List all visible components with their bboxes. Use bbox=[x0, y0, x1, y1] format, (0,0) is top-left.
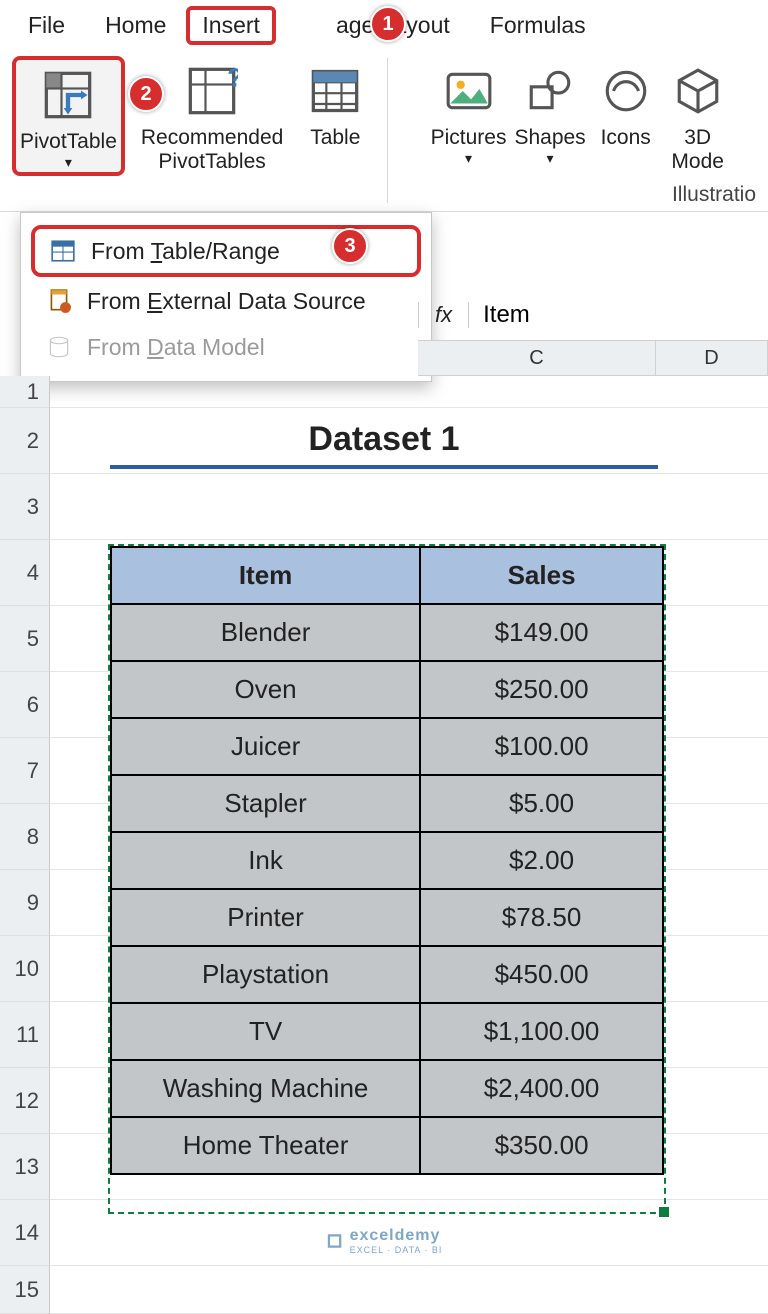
cell-sales[interactable]: $2.00 bbox=[420, 832, 663, 889]
row-header[interactable]: 7 bbox=[0, 738, 50, 804]
ribbon: PivotTable ▾ ? Recommended PivotTables T… bbox=[0, 48, 768, 212]
svg-text:?: ? bbox=[227, 65, 238, 93]
cell-item[interactable]: Stapler bbox=[111, 775, 420, 832]
col-item[interactable]: Item bbox=[111, 547, 420, 604]
cell-sales[interactable]: $5.00 bbox=[420, 775, 663, 832]
table-row[interactable]: Playstation$450.00 bbox=[111, 946, 663, 1003]
cell-item[interactable]: Washing Machine bbox=[111, 1060, 420, 1117]
recommended-pivottables-icon: ? bbox=[183, 62, 241, 120]
row-header[interactable]: 11 bbox=[0, 1002, 50, 1068]
annotation-badge-1: 1 bbox=[370, 6, 406, 42]
cell-item[interactable]: Home Theater bbox=[111, 1117, 420, 1174]
col-header-d[interactable]: D bbox=[656, 341, 768, 375]
cell-item[interactable]: Blender bbox=[111, 604, 420, 661]
table-icon bbox=[306, 62, 364, 120]
formula-input[interactable] bbox=[469, 299, 739, 331]
cell-sales[interactable]: $250.00 bbox=[420, 661, 663, 718]
row-header[interactable]: 3 bbox=[0, 474, 50, 540]
table-row[interactable]: Printer$78.50 bbox=[111, 889, 663, 946]
formula-bar: fx bbox=[418, 295, 739, 335]
row-header[interactable]: 2 bbox=[0, 408, 50, 474]
chevron-down-icon: ▾ bbox=[547, 150, 554, 166]
col-header-c[interactable]: C bbox=[418, 341, 656, 375]
tab-file[interactable]: File bbox=[8, 8, 85, 43]
table-row[interactable]: Ink$2.00 bbox=[111, 832, 663, 889]
cell-item[interactable]: Juicer bbox=[111, 718, 420, 775]
row-header[interactable]: 4 bbox=[0, 540, 50, 606]
chevron-down-icon: ▾ bbox=[65, 154, 72, 170]
tab-insert[interactable]: Insert bbox=[186, 6, 276, 45]
shapes-button[interactable]: Shapes ▾ bbox=[510, 56, 589, 176]
table-button[interactable]: Table bbox=[299, 56, 371, 152]
cell-sales[interactable]: $1,100.00 bbox=[420, 1003, 663, 1060]
row-header[interactable]: 5 bbox=[0, 606, 50, 672]
pictures-button[interactable]: Pictures ▾ bbox=[427, 56, 511, 176]
row-header[interactable]: 13 bbox=[0, 1134, 50, 1200]
cell-item[interactable]: Playstation bbox=[111, 946, 420, 1003]
cell-item[interactable]: Oven bbox=[111, 661, 420, 718]
table-row[interactable]: Stapler$5.00 bbox=[111, 775, 663, 832]
row-header[interactable]: 8 bbox=[0, 804, 50, 870]
dataset-title: Dataset 1 bbox=[110, 420, 658, 469]
cell-sales[interactable]: $2,400.00 bbox=[420, 1060, 663, 1117]
pivottable-icon bbox=[39, 66, 97, 124]
column-headers: C D bbox=[418, 340, 768, 376]
tab-home[interactable]: Home bbox=[85, 8, 186, 43]
chevron-down-icon: ▾ bbox=[465, 150, 472, 166]
external-source-icon bbox=[45, 287, 73, 315]
data-model-icon bbox=[45, 333, 73, 361]
row-header[interactable]: 9 bbox=[0, 870, 50, 936]
row-header[interactable]: 10 bbox=[0, 936, 50, 1002]
row-header[interactable]: 12 bbox=[0, 1068, 50, 1134]
table-row[interactable]: Home Theater$350.00 bbox=[111, 1117, 663, 1174]
table-row[interactable]: TV$1,100.00 bbox=[111, 1003, 663, 1060]
pictures-icon bbox=[440, 62, 498, 120]
icons-icon bbox=[597, 62, 655, 120]
recommended-pivottables-button[interactable]: ? Recommended PivotTables bbox=[137, 56, 287, 176]
table-row[interactable]: Blender$149.00 bbox=[111, 604, 663, 661]
data-table: Item Sales Blender$149.00Oven$250.00Juic… bbox=[110, 546, 664, 1175]
from-external-data-item[interactable]: From External Data Source bbox=[31, 279, 421, 323]
col-sales[interactable]: Sales bbox=[420, 547, 663, 604]
icons-button[interactable]: Icons bbox=[590, 56, 662, 176]
shapes-icon bbox=[521, 62, 579, 120]
table-row[interactable]: Juicer$100.00 bbox=[111, 718, 663, 775]
tab-formulas[interactable]: Formulas bbox=[470, 8, 606, 43]
annotation-badge-3: 3 bbox=[332, 228, 368, 264]
3d-models-button[interactable]: 3D Mode bbox=[662, 56, 734, 176]
fx-label[interactable]: fx bbox=[418, 302, 469, 328]
cube-icon bbox=[669, 62, 727, 120]
table-row[interactable]: Oven$250.00 bbox=[111, 661, 663, 718]
cell-sales[interactable]: $350.00 bbox=[420, 1117, 663, 1174]
pivottable-label: PivotTable bbox=[20, 130, 117, 154]
table-row[interactable]: Washing Machine$2,400.00 bbox=[111, 1060, 663, 1117]
cell-sales[interactable]: $149.00 bbox=[420, 604, 663, 661]
row-header[interactable]: 15 bbox=[0, 1266, 50, 1314]
cell-item[interactable]: TV bbox=[111, 1003, 420, 1060]
cell-sales[interactable]: $100.00 bbox=[420, 718, 663, 775]
pivottable-button[interactable]: PivotTable ▾ bbox=[12, 56, 125, 176]
cell-sales[interactable]: $450.00 bbox=[420, 946, 663, 1003]
table-range-icon bbox=[49, 237, 77, 265]
cell-sales[interactable]: $78.50 bbox=[420, 889, 663, 946]
row-header[interactable]: 1 bbox=[0, 376, 50, 408]
watermark: exceldemy EXCEL · DATA · BI bbox=[326, 1227, 443, 1255]
group-illustrations-label: Illustratio bbox=[398, 183, 762, 207]
row-header[interactable]: 14 bbox=[0, 1200, 50, 1266]
cell-item[interactable]: Ink bbox=[111, 832, 420, 889]
row-header[interactable]: 6 bbox=[0, 672, 50, 738]
pivottable-dropdown: From Table/Range From External Data Sour… bbox=[20, 212, 432, 382]
annotation-badge-2: 2 bbox=[128, 76, 164, 112]
from-data-model-item: From Data Model bbox=[31, 325, 421, 369]
cell-item[interactable]: Printer bbox=[111, 889, 420, 946]
